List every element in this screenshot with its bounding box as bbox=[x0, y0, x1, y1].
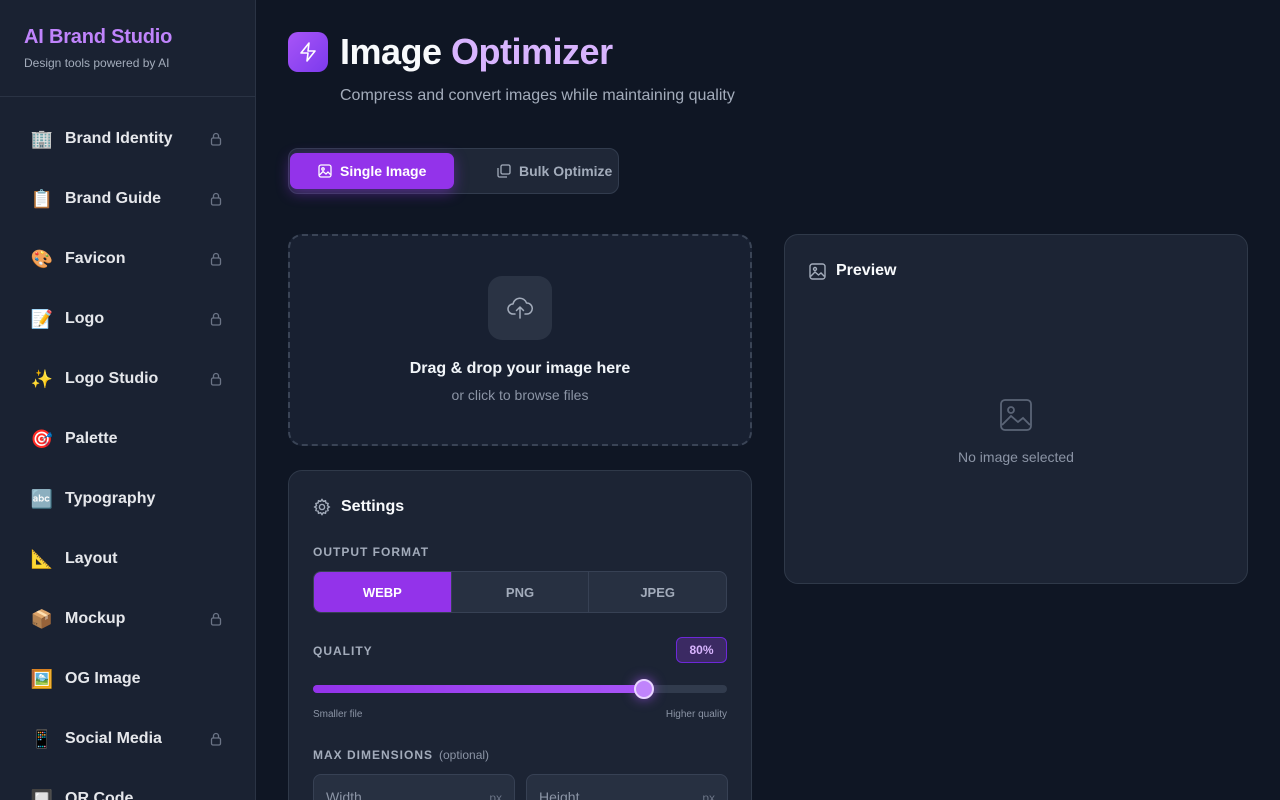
tab-bulk-optimize[interactable]: Bulk Optimize bbox=[473, 153, 613, 189]
lock-icon bbox=[210, 612, 222, 626]
sidebar-item-label: Layout bbox=[65, 550, 118, 567]
lock-icon bbox=[210, 372, 222, 386]
sidebar-item-label: Social Media bbox=[65, 730, 162, 747]
lock-icon bbox=[210, 312, 222, 326]
page-title: Image Optimizer bbox=[340, 31, 613, 72]
sidebar-item-typography[interactable]: 🔤 Typography bbox=[16, 475, 238, 523]
sidebar-item-label: Brand Guide bbox=[65, 190, 162, 207]
height-input[interactable]: Height px bbox=[526, 774, 728, 800]
sidebar-item-label: Brand Identity bbox=[65, 130, 173, 147]
brand-guide-icon: 📋 bbox=[30, 189, 54, 209]
preview-header: Preview bbox=[809, 262, 896, 280]
sidebar: AI Brand Studio Design tools powered by … bbox=[0, 0, 256, 800]
qr-code-icon: 🔲 bbox=[30, 789, 54, 800]
typography-icon: 🔤 bbox=[30, 489, 54, 509]
gear-icon bbox=[313, 498, 331, 516]
quality-badge: 80% bbox=[676, 637, 727, 663]
sidebar-item-og-image[interactable]: 🖼️ OG Image bbox=[16, 655, 238, 703]
output-format-label: OUTPUT FORMAT bbox=[313, 545, 430, 559]
lock-icon bbox=[210, 132, 222, 146]
lock-icon bbox=[210, 192, 222, 206]
page-subtitle: Compress and convert images while mainta… bbox=[340, 87, 735, 104]
brand-identity-icon: 🏢 bbox=[30, 129, 54, 149]
preview-title: Preview bbox=[836, 262, 897, 279]
sidebar-item-logo-studio[interactable]: ✨ Logo Studio bbox=[16, 355, 238, 403]
preview-empty-text: No image selected bbox=[958, 449, 1074, 465]
preview-panel: Preview No image selected bbox=[784, 234, 1248, 584]
dropzone-title: Drag & drop your image here bbox=[409, 360, 631, 377]
sidebar-item-label: Typography bbox=[65, 490, 156, 507]
sidebar-item-palette[interactable]: 🎯 Palette bbox=[16, 415, 238, 463]
sidebar-item-label: Mockup bbox=[65, 610, 126, 627]
settings-header: Settings bbox=[313, 498, 404, 516]
og-image-icon: 🖼️ bbox=[30, 669, 54, 689]
format-option-jpeg[interactable]: JPEG bbox=[589, 572, 726, 612]
image-icon bbox=[809, 262, 826, 280]
image-icon bbox=[318, 164, 332, 178]
output-format-selector: WEBP PNG JPEG bbox=[313, 571, 727, 613]
sidebar-item-logo[interactable]: 📝 Logo bbox=[16, 295, 238, 343]
sidebar-item-label: OG Image bbox=[65, 670, 141, 687]
settings-title: Settings bbox=[341, 498, 405, 515]
sidebar-item-label: Favicon bbox=[65, 250, 126, 267]
layout-icon: 📐 bbox=[30, 549, 54, 569]
favicon-icon: 🎨 bbox=[30, 249, 54, 269]
sidebar-item-qr-code[interactable]: 🔲 QR Code bbox=[16, 775, 238, 800]
palette-icon: 🎯 bbox=[30, 429, 54, 449]
lock-icon bbox=[210, 732, 222, 746]
sidebar-item-label: Palette bbox=[65, 430, 118, 447]
width-input[interactable]: Width px bbox=[313, 774, 515, 800]
slider-hint-low: Smaller file bbox=[313, 709, 363, 720]
quality-slider[interactable] bbox=[313, 679, 727, 699]
sidebar-item-brand-identity[interactable]: 🏢 Brand Identity bbox=[16, 115, 238, 163]
sidebar-item-label: QR Code bbox=[65, 790, 134, 800]
settings-panel: Settings OUTPUT FORMAT WEBP PNG JPEG QUALI… bbox=[288, 470, 752, 800]
brand-title: AI Brand Studio bbox=[24, 26, 173, 48]
lightning-icon bbox=[288, 32, 328, 72]
lock-icon bbox=[210, 252, 222, 266]
sidebar-item-mockup[interactable]: 📦 Mockup bbox=[16, 595, 238, 643]
cloud-upload-icon bbox=[488, 276, 552, 340]
sidebar-item-brand-guide[interactable]: 📋 Brand Guide bbox=[16, 175, 238, 223]
sidebar-item-layout[interactable]: 📐 Layout bbox=[16, 535, 238, 583]
mockup-icon: 📦 bbox=[30, 609, 54, 629]
image-dropzone[interactable]: Drag & drop your image here or click to … bbox=[288, 234, 752, 446]
mode-tabs: Single Image Bulk Optimize bbox=[288, 148, 619, 194]
sidebar-item-label: Logo Studio bbox=[65, 370, 159, 387]
sidebar-item-label: Logo bbox=[65, 310, 105, 327]
format-option-png[interactable]: PNG bbox=[452, 572, 590, 612]
sidebar-item-social-media[interactable]: 📱 Social Media bbox=[16, 715, 238, 763]
slider-hint-high: Higher quality bbox=[665, 709, 727, 720]
social-media-icon: 📱 bbox=[30, 729, 54, 749]
logo-icon: 📝 bbox=[30, 309, 54, 329]
layers-icon bbox=[497, 164, 511, 178]
tab-single-image[interactable]: Single Image bbox=[290, 153, 454, 189]
format-option-webp[interactable]: WEBP bbox=[314, 572, 452, 612]
brand-subtitle: Design tools powered by AI bbox=[24, 56, 170, 70]
logo-studio-icon: ✨ bbox=[30, 369, 54, 389]
brand: AI Brand Studio Design tools powered by … bbox=[0, 0, 255, 97]
image-placeholder-icon bbox=[1000, 399, 1032, 431]
dropzone-subtitle: or click to browse files bbox=[451, 387, 589, 403]
quality-slider-thumb[interactable] bbox=[634, 679, 655, 699]
quality-slider-fill bbox=[313, 685, 645, 693]
quality-label: QUALITY bbox=[313, 644, 373, 658]
sidebar-item-favicon[interactable]: 🎨 Favicon bbox=[16, 235, 238, 283]
max-dimensions-label: MAX DIMENSIONS (optional) bbox=[313, 748, 490, 762]
